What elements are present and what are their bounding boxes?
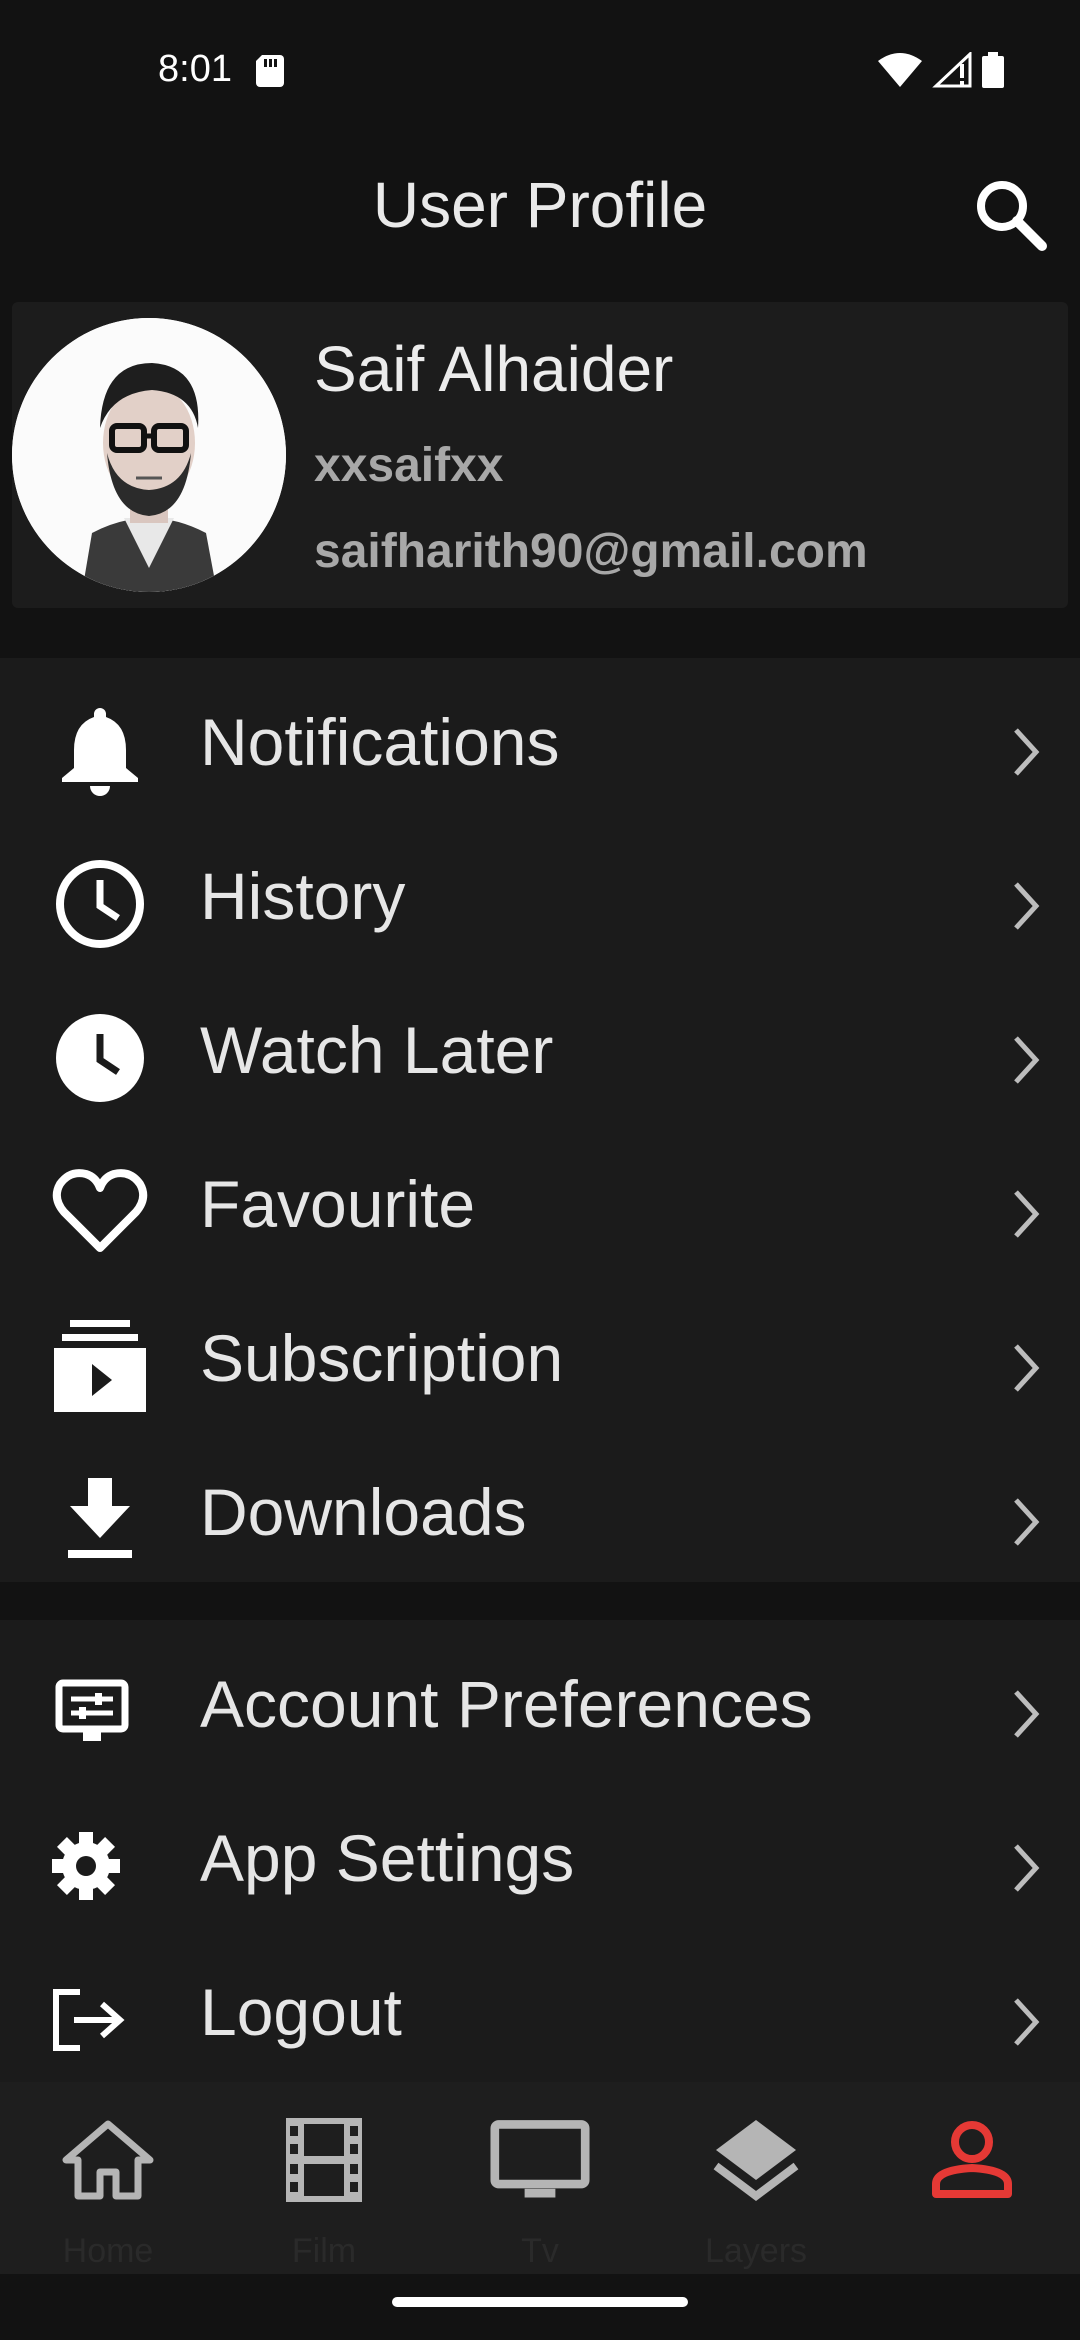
menu-item-account-preferences[interactable]: Account Preferences xyxy=(0,1620,1080,1774)
status-bar: 8:01 xyxy=(0,0,1080,140)
battery-icon xyxy=(982,52,1004,88)
app-bar: User Profile xyxy=(0,140,1080,290)
menu-item-watch-later[interactable]: Watch Later xyxy=(0,966,1080,1120)
menu-label: Downloads xyxy=(200,1475,527,1549)
chevron-right-icon xyxy=(1014,882,1040,930)
menu-item-logout[interactable]: Logout xyxy=(0,1928,1080,2082)
preferences-icon xyxy=(40,1660,144,1764)
bottom-navigation: Home Film Tv Layers xyxy=(0,2082,1080,2274)
nav-label: Home xyxy=(62,2232,154,2270)
nav-item-film[interactable]: Film xyxy=(216,2082,432,2274)
menu-item-downloads[interactable]: Downloads xyxy=(0,1428,1080,1582)
sd-card-icon xyxy=(256,55,284,87)
profile-email: saifharith90@gmail.com xyxy=(314,525,868,578)
menu-label: App Settings xyxy=(200,1821,575,1895)
menu-label: Notifications xyxy=(200,705,560,779)
nav-label: Tv xyxy=(521,2232,559,2270)
chevron-right-icon xyxy=(1014,1690,1040,1738)
menu-item-app-settings[interactable]: App Settings xyxy=(0,1774,1080,1928)
subscription-icon xyxy=(48,1314,152,1418)
gesture-navigation-bar[interactable] xyxy=(392,2297,688,2307)
avatar-portrait-image xyxy=(12,318,286,592)
menu-item-notifications[interactable]: Notifications xyxy=(0,658,1080,812)
chevron-right-icon xyxy=(1014,1998,1040,2046)
search-icon xyxy=(977,181,1047,251)
menu-label: Subscription xyxy=(200,1321,564,1395)
chevron-right-icon xyxy=(1014,1498,1040,1546)
menu-item-subscription[interactable]: Subscription xyxy=(0,1274,1080,1428)
user-profile-screen: 8:01 User Profile Saif Alhaider xxsaifxx… xyxy=(0,0,1080,2340)
logout-icon xyxy=(36,1968,140,2072)
menu-label: History xyxy=(200,859,406,933)
film-icon xyxy=(274,2110,374,2210)
status-time: 8:01 xyxy=(158,48,232,90)
gear-icon xyxy=(34,1814,138,1918)
menu-item-history[interactable]: History xyxy=(0,812,1080,966)
avatar xyxy=(12,318,286,592)
chevron-right-icon xyxy=(1014,1844,1040,1892)
nav-label: Film xyxy=(291,2232,357,2270)
menu-label: Favourite xyxy=(200,1167,476,1241)
status-icons xyxy=(878,52,1004,88)
wifi-icon xyxy=(878,53,922,87)
chevron-right-icon xyxy=(1014,728,1040,776)
nav-item-home[interactable]: Home xyxy=(0,2082,216,2274)
layers-icon xyxy=(706,2110,806,2210)
signal-icon xyxy=(932,52,972,88)
nav-item-tv[interactable]: Tv xyxy=(432,2082,648,2274)
bell-icon xyxy=(48,698,152,802)
profile-name: Saif Alhaider xyxy=(314,333,674,405)
page-title: User Profile xyxy=(372,169,708,241)
chevron-right-icon xyxy=(1014,1344,1040,1392)
menu-group-account: Account Preferences App Settings Logout xyxy=(0,1620,1080,2082)
nav-label: Layers xyxy=(704,2232,808,2270)
nav-item-profile[interactable] xyxy=(864,2082,1080,2274)
nav-item-layers[interactable]: Layers xyxy=(648,2082,864,2274)
home-icon xyxy=(58,2110,158,2210)
chevron-right-icon xyxy=(1014,1036,1040,1084)
heart-outline-icon xyxy=(48,1160,152,1264)
chevron-right-icon xyxy=(1014,1190,1040,1238)
person-icon xyxy=(922,2110,1022,2210)
profile-card[interactable]: Saif Alhaider xxsaifxx saifharith90@gmai… xyxy=(12,302,1068,608)
profile-username: xxsaifxx xyxy=(314,439,504,492)
menu-label: Account Preferences xyxy=(200,1667,813,1741)
menu-label: Logout xyxy=(200,1975,402,2049)
search-button[interactable] xyxy=(968,172,1052,256)
menu-label: Watch Later xyxy=(200,1013,554,1087)
tv-icon xyxy=(490,2110,590,2210)
download-icon xyxy=(48,1468,152,1572)
menu-item-favourite[interactable]: Favourite xyxy=(0,1120,1080,1274)
clock-outline-icon xyxy=(48,852,152,956)
clock-filled-icon xyxy=(48,1006,152,1110)
menu-group-library: Notifications History Watch Later Favour… xyxy=(0,658,1080,1582)
